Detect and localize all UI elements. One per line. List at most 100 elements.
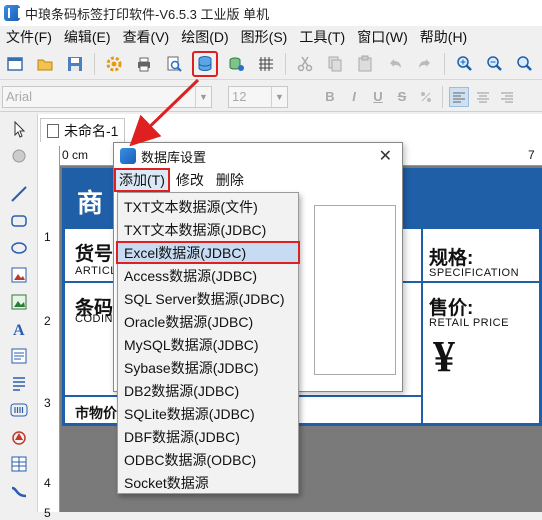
menu-item-access-jdbc[interactable]: Access数据源(JDBC) [118, 264, 298, 287]
grid-icon[interactable] [254, 52, 278, 76]
ruler-tick: 4 [44, 476, 51, 490]
shape-tool-icon[interactable] [6, 425, 32, 449]
menu-shape[interactable]: 图形(S) [235, 27, 294, 47]
paste-icon[interactable] [353, 52, 377, 76]
table-tool-icon[interactable] [6, 452, 32, 476]
database-settings-icon[interactable] [192, 50, 218, 77]
window-title: 中琅条码标签打印软件-V6.5.3 工业版 单机 [25, 6, 270, 22]
select-pointer-icon[interactable] [6, 117, 32, 141]
menu-item-excel-jdbc[interactable]: Excel数据源(JDBC) [116, 241, 300, 264]
vertical-ruler: 1 2 3 4 5 [38, 146, 60, 520]
settings-gear-icon[interactable] [102, 52, 126, 76]
line-tool-icon[interactable] [6, 182, 32, 206]
menu-draw[interactable]: 绘图(D) [175, 27, 234, 47]
strikethrough-button[interactable]: S [392, 87, 412, 107]
ruler-tick: 1 [44, 230, 51, 244]
text-effects-icon[interactable] [416, 87, 436, 107]
menu-item-socket[interactable]: Socket数据源 [118, 471, 298, 494]
align-right-icon[interactable] [497, 87, 517, 107]
save-icon[interactable] [63, 52, 87, 76]
label-field-article: 货号 [75, 244, 114, 265]
new-file-icon[interactable] [3, 52, 27, 76]
menu-item-txt-file[interactable]: TXT文本数据源(文件) [118, 195, 298, 218]
label-field-article-en: ARTICL [75, 265, 117, 277]
list-tool-icon[interactable] [6, 371, 32, 395]
ruler-tick: 2 [44, 314, 51, 328]
toolbar-divider [285, 52, 286, 75]
print-preview-icon[interactable] [162, 52, 186, 76]
menu-view[interactable]: 查看(V) [117, 27, 176, 47]
menu-item-mysql-jdbc[interactable]: MySQL数据源(JDBC) [118, 333, 298, 356]
menu-help[interactable]: 帮助(H) [414, 27, 473, 47]
menu-tools[interactable]: 工具(T) [293, 27, 351, 47]
dialog-menu-bar: 添加(T) 修改 删除 [114, 168, 250, 192]
drawing-tool-palette: A [0, 114, 38, 512]
add-menu-button[interactable]: 添加(T) [114, 168, 170, 192]
ruler-tick: 7 [528, 148, 535, 162]
bold-button[interactable]: B [320, 87, 340, 107]
ruler-tick: 3 [44, 396, 51, 410]
cut-icon[interactable] [293, 52, 317, 76]
chevron-down-icon[interactable]: ▼ [195, 86, 211, 107]
add-data-source-dropdown: TXT文本数据源(文件) TXT文本数据源(JDBC) Excel数据源(JDB… [116, 192, 300, 494]
label-field-price-en: RETAIL PRICE [429, 317, 509, 329]
font-size-value: 12 [232, 89, 247, 104]
open-folder-icon[interactable] [33, 52, 57, 76]
copy-icon[interactable] [323, 52, 347, 76]
menu-item-dbf-jdbc[interactable]: DBF数据源(JDBC) [118, 425, 298, 448]
dialog-title-bar: 数据库设置 ✕ [114, 143, 402, 169]
font-size-select[interactable]: 12 ▼ [228, 85, 288, 108]
document-tab-label: 未命名-1 [64, 122, 119, 139]
menu-item-odbc[interactable]: ODBC数据源(ODBC) [118, 448, 298, 471]
label-field-price-bureau: 市物价 [75, 405, 117, 421]
italic-button[interactable]: I [344, 87, 364, 107]
redo-icon[interactable] [413, 52, 437, 76]
label-field-spec-en: SPECIFICATION [429, 267, 520, 279]
image-tool-icon[interactable] [6, 263, 32, 287]
main-toolbar [0, 48, 542, 80]
print-icon[interactable] [132, 52, 156, 76]
menu-item-oracle-jdbc[interactable]: Oracle数据源(JDBC) [118, 310, 298, 333]
toolbar-divider [94, 52, 95, 75]
align-center-icon[interactable] [473, 87, 493, 107]
text-tool-icon[interactable]: A [6, 317, 32, 341]
menu-edit[interactable]: 编辑(E) [58, 27, 117, 47]
curve-tool-icon[interactable] [6, 479, 32, 503]
toolbar-divider [444, 52, 445, 75]
rotate-icon[interactable] [6, 144, 32, 168]
menu-item-sybase-jdbc[interactable]: Sybase数据源(JDBC) [118, 356, 298, 379]
undo-icon[interactable] [383, 52, 407, 76]
label-divider [421, 229, 423, 423]
zoom-fit-icon[interactable] [512, 52, 536, 76]
menu-item-sqlserver-jdbc[interactable]: SQL Server数据源(JDBC) [118, 287, 298, 310]
menu-item-db2-jdbc[interactable]: DB2数据源(JDBC) [118, 379, 298, 402]
app-logo-icon [120, 148, 136, 164]
zoom-out-icon[interactable] [482, 52, 506, 76]
edit-menu-button[interactable]: 修改 [170, 170, 210, 190]
menu-file[interactable]: 文件(F) [0, 27, 58, 47]
rectangle-tool-icon[interactable] [6, 209, 32, 233]
document-icon [47, 123, 59, 138]
rich-text-tool-icon[interactable] [6, 344, 32, 368]
ruler-tick: 0 cm [62, 148, 89, 162]
label-field-price: 售价: [429, 298, 474, 319]
format-toolbar: Arial ▼ 12 ▼ B I U S [0, 82, 542, 112]
title-bar: 中琅条码标签打印软件-V6.5.3 工业版 单机 [0, 0, 542, 26]
database-connect-icon[interactable] [224, 52, 248, 76]
currency-symbol: ¥ [433, 332, 455, 381]
delete-menu-button[interactable]: 删除 [210, 170, 250, 190]
zoom-in-icon[interactable] [452, 52, 476, 76]
document-tab[interactable]: 未命名-1 [40, 118, 126, 142]
chevron-down-icon[interactable]: ▼ [271, 86, 287, 107]
picture-tool-icon[interactable] [6, 290, 32, 314]
data-source-list[interactable] [314, 205, 396, 375]
menu-window[interactable]: 窗口(W) [351, 27, 414, 47]
underline-button[interactable]: U [368, 87, 388, 107]
ellipse-tool-icon[interactable] [6, 236, 32, 260]
barcode-tool-icon[interactable] [6, 398, 32, 422]
menu-item-txt-jdbc[interactable]: TXT文本数据源(JDBC) [118, 218, 298, 241]
menu-item-sqlite-jdbc[interactable]: SQLite数据源(JDBC) [118, 402, 298, 425]
close-icon[interactable]: ✕ [379, 146, 392, 166]
font-family-select[interactable]: Arial ▼ [2, 85, 212, 108]
align-left-icon[interactable] [449, 86, 469, 107]
